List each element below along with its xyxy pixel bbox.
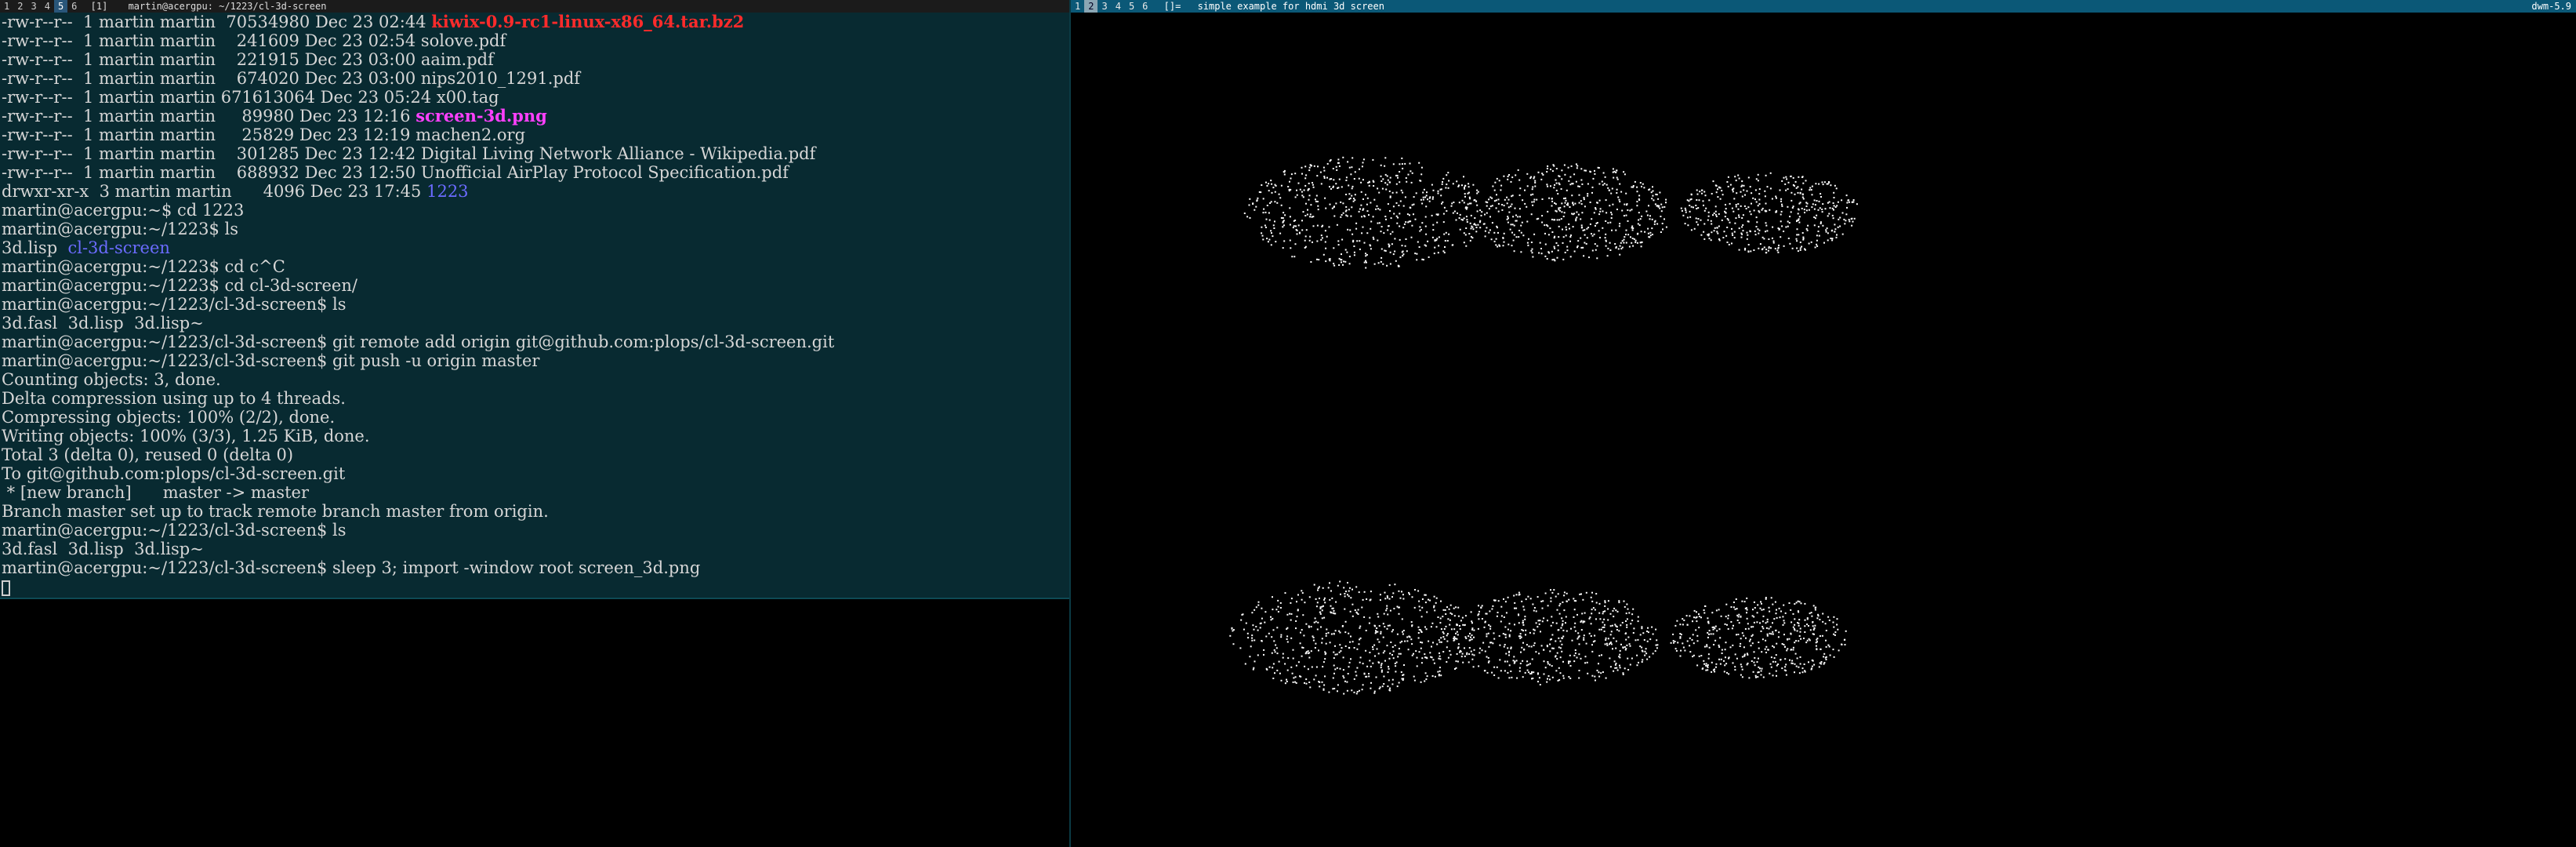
terminal-output: -rw-r--r-- 1 martin martin 70534980 Dec …: [2, 13, 834, 596]
terminal-line: -rw-r--r-- 1 martin martin 25829 Dec 23 …: [2, 125, 834, 144]
tag-list: 123456: [1071, 0, 1152, 13]
terminal-line: martin@acergpu:~$ cd 1223: [2, 201, 834, 220]
terminal-line: 3d.fasl 3d.lisp 3d.lisp~: [2, 314, 834, 333]
terminal-text: martin@acergpu:~/1223$ cd c^C: [2, 257, 285, 276]
terminal-line: Compressing objects: 100% (2/2), done.: [2, 408, 834, 427]
terminal-line: -rw-r--r-- 1 martin martin 301285 Dec 23…: [2, 144, 834, 163]
terminal-text: Delta compression using up to 4 threads.: [2, 389, 346, 408]
terminal-text: Counting objects: 3, done.: [2, 370, 221, 389]
point-cloud-ellipsoid: [1464, 163, 1667, 262]
point-cloud-ellipsoid: [1680, 172, 1858, 254]
terminal-text: -rw-r--r-- 1 martin martin 301285 Dec 23…: [2, 144, 816, 163]
terminal-line: martin@acergpu:~/1223$ ls: [2, 220, 834, 238]
status-text: dwm-5.9: [2531, 1, 2571, 12]
terminal-line: -rw-r--r-- 1 martin martin 241609 Dec 23…: [2, 31, 834, 50]
window-title: simple example for hdmi 3d screen: [1197, 1, 1384, 12]
layout-indicator[interactable]: []=: [1158, 0, 1188, 13]
terminal-line: -rw-r--r-- 1 martin martin 671613064 Dec…: [2, 88, 834, 107]
tag-4[interactable]: 4: [1112, 0, 1125, 13]
terminal-text: -rw-r--r-- 1 martin martin 70534980 Dec …: [2, 13, 432, 31]
terminal-line: -rw-r--r-- 1 martin martin 674020 Dec 23…: [2, 69, 834, 88]
terminal-line: Delta compression using up to 4 threads.: [2, 389, 834, 408]
colored-filename: 1223: [426, 182, 469, 201]
terminal-text: -rw-r--r-- 1 martin martin 89980 Dec 23 …: [2, 107, 416, 125]
colored-filename: kiwix-0.9-rc1-linux-x86_64.tar.bz2: [431, 12, 745, 31]
terminal-text: * [new branch] master -> master: [2, 483, 309, 502]
tag-1[interactable]: 1: [0, 0, 13, 13]
terminal-text: Writing objects: 100% (3/3), 1.25 KiB, d…: [2, 427, 370, 445]
point-cloud-ellipsoid: [1453, 589, 1659, 685]
terminal-text: -rw-r--r-- 1 martin martin 221915 Dec 23…: [2, 50, 494, 69]
tag-list: 123456: [0, 0, 81, 13]
terminal-line: martin@acergpu:~/1223$ cd c^C: [2, 257, 834, 276]
terminal-line: -rw-r--r-- 1 martin martin 89980 Dec 23 …: [2, 106, 834, 126]
terminal-text: 3d.fasl 3d.lisp 3d.lisp~: [2, 540, 204, 558]
terminal-line: martin@acergpu:~/1223/cl-3d-screen$ git …: [2, 351, 834, 370]
terminal-text: -rw-r--r-- 1 martin martin 25829 Dec 23 …: [2, 125, 526, 144]
point-cloud-ellipsoid: [1670, 597, 1847, 679]
terminal-text: -rw-r--r-- 1 martin martin 688932 Dec 23…: [2, 163, 789, 182]
stereo-3d-canvas: [1229, 156, 1858, 695]
terminal-text: martin@acergpu:~/1223/cl-3d-screen$ git …: [2, 333, 835, 351]
terminal-text: martin@acergpu:~$ cd 1223: [2, 201, 245, 220]
terminal-text: 3d.fasl 3d.lisp 3d.lisp~: [2, 314, 204, 333]
tag-2[interactable]: 2: [13, 0, 27, 13]
terminal-line: -rw-r--r-- 1 martin martin 221915 Dec 23…: [2, 50, 834, 69]
dwm-status-bar-left: 123456 [1] martin@acergpu: ~/1223/cl-3d-…: [0, 0, 1069, 13]
dwm-status-bar-right: 123456 []= simple example for hdmi 3d sc…: [1071, 0, 2576, 13]
tag-6[interactable]: 6: [67, 0, 81, 13]
left-monitor: 123456 [1] martin@acergpu: ~/1223/cl-3d-…: [0, 0, 1069, 847]
terminal-line: Branch master set up to track remote bra…: [2, 502, 834, 521]
terminal-text: martin@acergpu:~/1223$ ls: [2, 220, 239, 238]
tag-2[interactable]: 2: [1084, 0, 1098, 13]
point-cloud-ellipsoid: [1229, 580, 1475, 695]
tag-6[interactable]: 6: [1138, 0, 1152, 13]
terminal-text: martin@acergpu:~/1223/cl-3d-screen$ slee…: [2, 558, 701, 577]
point-cloud-ellipsoid: [1243, 156, 1490, 269]
colored-filename: screen-3d.png: [415, 106, 547, 125]
terminal-line: 3d.lisp cl-3d-screen: [2, 238, 834, 257]
right-monitor: 123456 []= simple example for hdmi 3d sc…: [1069, 0, 2576, 847]
terminal-text: -rw-r--r-- 1 martin martin 674020 Dec 23…: [2, 69, 581, 88]
terminal-text: -rw-r--r-- 1 martin martin 671613064 Dec…: [2, 88, 499, 107]
terminal-line: martin@acergpu:~/1223/cl-3d-screen$ ls: [2, 295, 834, 314]
terminal-line: martin@acergpu:~/1223/cl-3d-screen$ slee…: [2, 558, 834, 577]
tag-4[interactable]: 4: [41, 0, 54, 13]
tag-5[interactable]: 5: [1125, 0, 1138, 13]
terminal-window[interactable]: -rw-r--r-- 1 martin martin 70534980 Dec …: [0, 13, 1069, 599]
terminal-cursor: [2, 580, 10, 596]
prompt-line: [2, 577, 834, 596]
terminal-line: Writing objects: 100% (3/3), 1.25 KiB, d…: [2, 427, 834, 445]
colored-filename: cl-3d-screen: [67, 238, 170, 257]
terminal-text: Branch master set up to track remote bra…: [2, 502, 549, 521]
tag-3[interactable]: 3: [27, 0, 40, 13]
terminal-line: -rw-r--r-- 1 martin martin 688932 Dec 23…: [2, 163, 834, 182]
terminal-line: * [new branch] master -> master: [2, 483, 834, 502]
terminal-line: drwxr-xr-x 3 martin martin 4096 Dec 23 1…: [2, 182, 834, 201]
terminal-line: -rw-r--r-- 1 martin martin 70534980 Dec …: [2, 12, 834, 32]
terminal-line: martin@acergpu:~/1223/cl-3d-screen$ ls: [2, 521, 834, 540]
terminal-line: 3d.fasl 3d.lisp 3d.lisp~: [2, 540, 834, 558]
layout-indicator[interactable]: [1]: [87, 0, 112, 13]
terminal-text: Total 3 (delta 0), reused 0 (delta 0): [2, 445, 294, 464]
terminal-text: martin@acergpu:~/1223$ cd cl-3d-screen/: [2, 276, 357, 295]
terminal-text: Compressing objects: 100% (2/2), done.: [2, 408, 336, 427]
tag-1[interactable]: 1: [1071, 0, 1084, 13]
terminal-text: martin@acergpu:~/1223/cl-3d-screen$ ls: [2, 521, 346, 540]
tag-3[interactable]: 3: [1098, 0, 1111, 13]
terminal-line: Counting objects: 3, done.: [2, 370, 834, 389]
terminal-text: martin@acergpu:~/1223/cl-3d-screen$ git …: [2, 351, 540, 370]
tag-5[interactable]: 5: [53, 0, 68, 13]
terminal-line: Total 3 (delta 0), reused 0 (delta 0): [2, 445, 834, 464]
terminal-line: martin@acergpu:~/1223$ cd cl-3d-screen/: [2, 276, 834, 295]
terminal-text: -rw-r--r-- 1 martin martin 241609 Dec 23…: [2, 31, 506, 50]
terminal-text: 3d.lisp: [2, 238, 68, 257]
terminal-text: drwxr-xr-x 3 martin martin 4096 Dec 23 1…: [2, 182, 427, 201]
window-title: martin@acergpu: ~/1223/cl-3d-screen: [128, 1, 327, 12]
terminal-line: To git@github.com:plops/cl-3d-screen.git: [2, 464, 834, 483]
terminal-line: martin@acergpu:~/1223/cl-3d-screen$ git …: [2, 333, 834, 351]
terminal-text: martin@acergpu:~/1223/cl-3d-screen$ ls: [2, 295, 346, 314]
terminal-text: To git@github.com:plops/cl-3d-screen.git: [2, 464, 346, 483]
